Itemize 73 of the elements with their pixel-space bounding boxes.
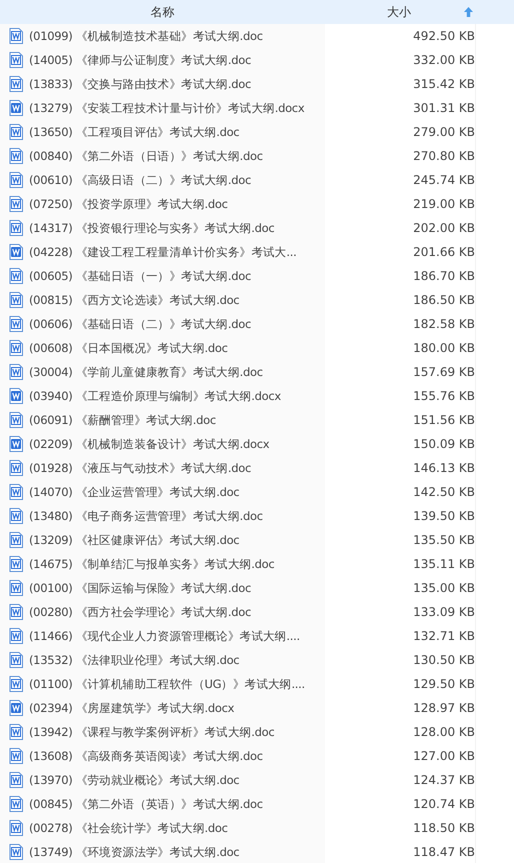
word-document-outline-icon (9, 532, 23, 548)
word-document-outline-icon (9, 484, 23, 500)
file-size: 128.97 KB (413, 701, 475, 715)
word-document-outline-icon (9, 820, 23, 836)
file-size: 219.00 KB (413, 197, 475, 211)
file-size: 492.50 KB (413, 29, 475, 43)
file-size: 186.70 KB (413, 269, 475, 283)
file-size: 135.50 KB (413, 533, 475, 547)
file-size: 128.00 KB (413, 725, 475, 739)
word-document-outline-icon (9, 28, 23, 44)
word-document-outline-icon (9, 580, 23, 596)
word-document-outline-icon (9, 748, 23, 764)
file-size: 332.00 KB (413, 53, 475, 67)
file-size: 129.50 KB (413, 677, 475, 691)
file-size: 151.56 KB (413, 413, 475, 427)
file-size: 301.31 KB (413, 101, 475, 115)
file-size: 157.69 KB (413, 365, 475, 379)
file-size: 202.00 KB (413, 221, 475, 235)
file-size: 139.50 KB (413, 509, 475, 523)
word-document-outline-icon (9, 364, 23, 380)
file-size: 118.47 KB (413, 845, 475, 859)
sort-arrow-icon[interactable] (464, 7, 473, 17)
word-document-outline-icon (9, 316, 23, 332)
word-document-outline-icon (9, 220, 23, 236)
file-size: 150.09 KB (413, 437, 475, 451)
file-size: 146.13 KB (413, 461, 475, 475)
file-size: 118.50 KB (413, 821, 475, 835)
file-size: 201.66 KB (413, 245, 475, 259)
file-size: 186.50 KB (413, 293, 475, 307)
word-document-icon (9, 700, 23, 716)
word-document-icon (9, 100, 23, 116)
file-size: 142.50 KB (413, 485, 475, 499)
word-document-outline-icon (9, 844, 23, 860)
word-document-outline-icon (9, 460, 23, 476)
name-column-header[interactable]: 名称 (150, 4, 174, 20)
file-size: 135.11 KB (413, 557, 475, 571)
file-size: 315.42 KB (413, 77, 475, 91)
word-document-outline-icon (9, 652, 23, 668)
file-size: 133.09 KB (413, 605, 475, 619)
file-size: 130.50 KB (413, 653, 475, 667)
file-size: 182.58 KB (413, 317, 475, 331)
file-size: 120.74 KB (413, 797, 475, 811)
word-document-outline-icon (9, 604, 23, 620)
file-size: 245.74 KB (413, 173, 475, 187)
file-size: 132.71 KB (413, 629, 475, 643)
file-size: 135.00 KB (413, 581, 475, 595)
word-document-outline-icon (9, 724, 23, 740)
word-document-outline-icon (9, 52, 23, 68)
word-document-outline-icon (9, 676, 23, 692)
word-document-outline-icon (9, 76, 23, 92)
word-document-outline-icon (9, 340, 23, 356)
file-size: 127.00 KB (413, 749, 475, 763)
file-size: 279.00 KB (413, 125, 475, 139)
word-document-outline-icon (9, 772, 23, 788)
word-document-icon (9, 244, 23, 260)
word-document-outline-icon (9, 148, 23, 164)
word-document-outline-icon (9, 292, 23, 308)
word-document-outline-icon (9, 268, 23, 284)
size-column-header[interactable]: 大小 (387, 4, 411, 20)
word-document-outline-icon (9, 196, 23, 212)
file-size: 124.37 KB (413, 773, 475, 787)
file-size: 180.00 KB (413, 341, 475, 355)
word-document-outline-icon (9, 124, 23, 140)
word-document-outline-icon (9, 556, 23, 572)
file-size: 155.76 KB (413, 389, 475, 403)
file-size: 270.80 KB (413, 149, 475, 163)
word-document-outline-icon (9, 508, 23, 524)
word-document-icon (9, 388, 23, 404)
word-document-outline-icon (9, 412, 23, 428)
word-document-outline-icon (9, 172, 23, 188)
word-document-icon (9, 436, 23, 452)
word-document-outline-icon (9, 796, 23, 812)
word-document-outline-icon (9, 628, 23, 644)
